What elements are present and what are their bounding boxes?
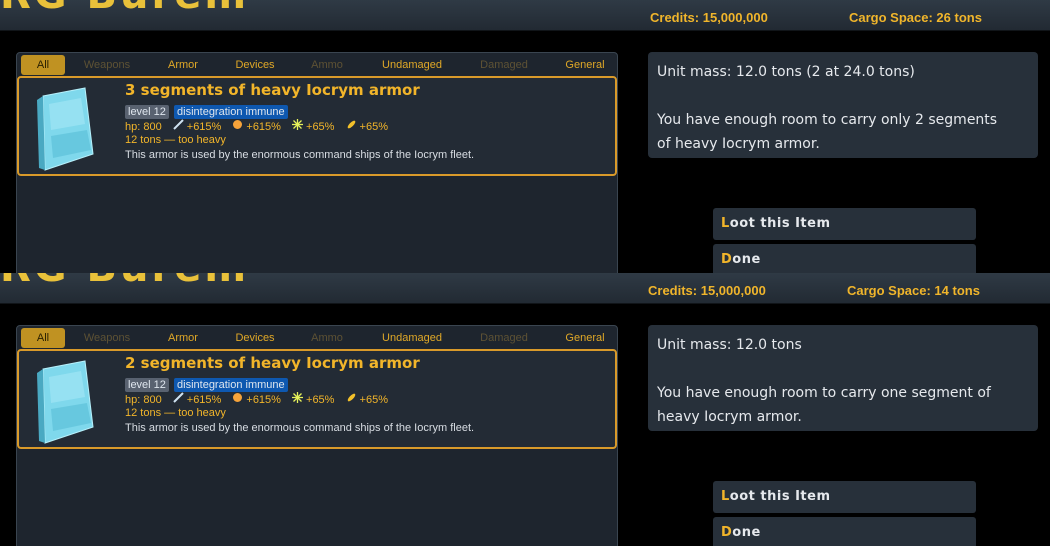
- item-weight: 12 tons — too heavy: [125, 134, 226, 146]
- armor-icon: [37, 360, 94, 444]
- laser-damage-icon: [346, 119, 357, 133]
- tab-damaged[interactable]: Damaged: [471, 328, 537, 348]
- filter-tabs: All Weapons Armor Devices Ammo Undamaged…: [17, 326, 617, 348]
- unit-mass-text: Unit mass: 12.0 tons (2 at 24.0 tons): [657, 64, 915, 80]
- done-button[interactable]: Done: [713, 244, 976, 273]
- particle-damage-icon: [292, 119, 304, 133]
- credits-readout: Credits: 15,000,000: [648, 283, 766, 298]
- armor-icon: [37, 87, 94, 171]
- stat-laser: +65%: [359, 394, 388, 406]
- stat-blast: +615%: [246, 121, 281, 133]
- item-list: All Weapons Armor Devices Ammo Undamaged…: [16, 325, 618, 546]
- item-list: All Weapons Armor Devices Ammo Undamaged…: [16, 52, 618, 273]
- tab-general[interactable]: General: [557, 55, 613, 75]
- immunity-badge: disintegration immune: [174, 105, 288, 119]
- filter-tabs: All Weapons Armor Devices Ammo Undamaged…: [17, 53, 617, 75]
- immunity-badge: disintegration immune: [174, 378, 288, 392]
- info-box: Unit mass: 12.0 tons You have enough roo…: [648, 325, 1038, 431]
- loot-panel-bottom: RG Burem Credits: 15,000,000 Cargo Space…: [0, 273, 1050, 546]
- loot-label: oot this Item: [729, 216, 831, 231]
- selected-item-row[interactable]: 3 segments of heavy Iocrym armor level 1…: [17, 76, 617, 176]
- tab-general[interactable]: General: [557, 328, 613, 348]
- top-status-bar: RG Burem Credits: 15,000,000 Cargo Space…: [0, 273, 1050, 304]
- loot-hotkey: L: [721, 489, 730, 504]
- item-badges: level 12 disintegration immune: [125, 100, 288, 119]
- tab-ammo[interactable]: Ammo: [301, 55, 353, 75]
- cargo-space-readout: Cargo Space: 26 tons: [849, 10, 982, 25]
- item-title: 3 segments of heavy Iocrym armor: [125, 81, 420, 99]
- tab-weapons[interactable]: Weapons: [73, 55, 141, 75]
- done-label: one: [732, 525, 761, 540]
- credits-readout: Credits: 15,000,000: [650, 10, 768, 25]
- tab-ammo[interactable]: Ammo: [301, 328, 353, 348]
- tab-armor[interactable]: Armor: [155, 55, 211, 75]
- item-description: This armor is used by the enormous comma…: [125, 149, 475, 161]
- kinetic-damage-icon: [173, 392, 184, 406]
- info-box: Unit mass: 12.0 tons (2 at 24.0 tons) Yo…: [648, 52, 1038, 158]
- loot-label: oot this Item: [729, 489, 831, 504]
- capacity-text-line1: You have enough room to carry only 2 seg…: [657, 112, 998, 128]
- loot-item-button[interactable]: Loot this Item: [713, 481, 976, 513]
- item-stats: hp: 800 +615% +615% +65% +65%: [125, 392, 388, 406]
- loot-panel-top: RG Burem Credits: 15,000,000 Cargo Space…: [0, 0, 1050, 273]
- stat-laser: +65%: [359, 121, 388, 133]
- capacity-text-line1: You have enough room to carry one segmen…: [657, 385, 991, 401]
- tab-devices[interactable]: Devices: [225, 55, 285, 75]
- selected-item-row[interactable]: 2 segments of heavy Iocrym armor level 1…: [17, 349, 617, 449]
- cargo-space-readout: Cargo Space: 14 tons: [847, 283, 980, 298]
- tab-weapons[interactable]: Weapons: [73, 328, 141, 348]
- top-status-bar: RG Burem Credits: 15,000,000 Cargo Space…: [0, 0, 1050, 31]
- done-label: one: [732, 252, 761, 267]
- stat-kinetic: +615%: [186, 121, 222, 133]
- hp-value: hp: 800: [125, 121, 162, 133]
- blast-damage-icon: [232, 119, 243, 133]
- tab-armor[interactable]: Armor: [155, 328, 211, 348]
- tab-damaged[interactable]: Damaged: [471, 55, 537, 75]
- stat-particle: +65%: [306, 394, 335, 406]
- item-stats: hp: 800 +615% +615% +65% +65%: [125, 119, 388, 133]
- loot-hotkey: L: [721, 216, 730, 231]
- blast-damage-icon: [232, 392, 243, 406]
- done-hotkey: D: [721, 252, 733, 267]
- kinetic-damage-icon: [173, 119, 184, 133]
- level-badge: level 12: [125, 105, 169, 119]
- item-description: This armor is used by the enormous comma…: [125, 422, 475, 434]
- level-badge: level 12: [125, 378, 169, 392]
- stat-particle: +65%: [306, 121, 335, 133]
- item-badges: level 12 disintegration immune: [125, 373, 288, 392]
- done-button[interactable]: Done: [713, 517, 976, 546]
- tab-undamaged[interactable]: Undamaged: [372, 55, 452, 75]
- item-title: 2 segments of heavy Iocrym armor: [125, 354, 420, 372]
- unit-mass-text: Unit mass: 12.0 tons: [657, 337, 802, 353]
- tab-undamaged[interactable]: Undamaged: [372, 328, 452, 348]
- item-weight: 12 tons — too heavy: [125, 407, 226, 419]
- game-logo: RG Burem: [0, 273, 249, 291]
- particle-damage-icon: [292, 392, 304, 406]
- hp-value: hp: 800: [125, 394, 162, 406]
- tab-all[interactable]: All: [21, 328, 65, 348]
- done-hotkey: D: [721, 525, 733, 540]
- stat-blast: +615%: [246, 394, 281, 406]
- tab-all[interactable]: All: [21, 55, 65, 75]
- game-logo: RG Burem: [0, 0, 249, 18]
- capacity-text-line2: of heavy Iocrym armor.: [657, 136, 820, 152]
- laser-damage-icon: [346, 392, 357, 406]
- capacity-text-line2: heavy Iocrym armor.: [657, 409, 802, 425]
- loot-item-button[interactable]: Loot this Item: [713, 208, 976, 240]
- stat-kinetic: +615%: [186, 394, 222, 406]
- tab-devices[interactable]: Devices: [225, 328, 285, 348]
